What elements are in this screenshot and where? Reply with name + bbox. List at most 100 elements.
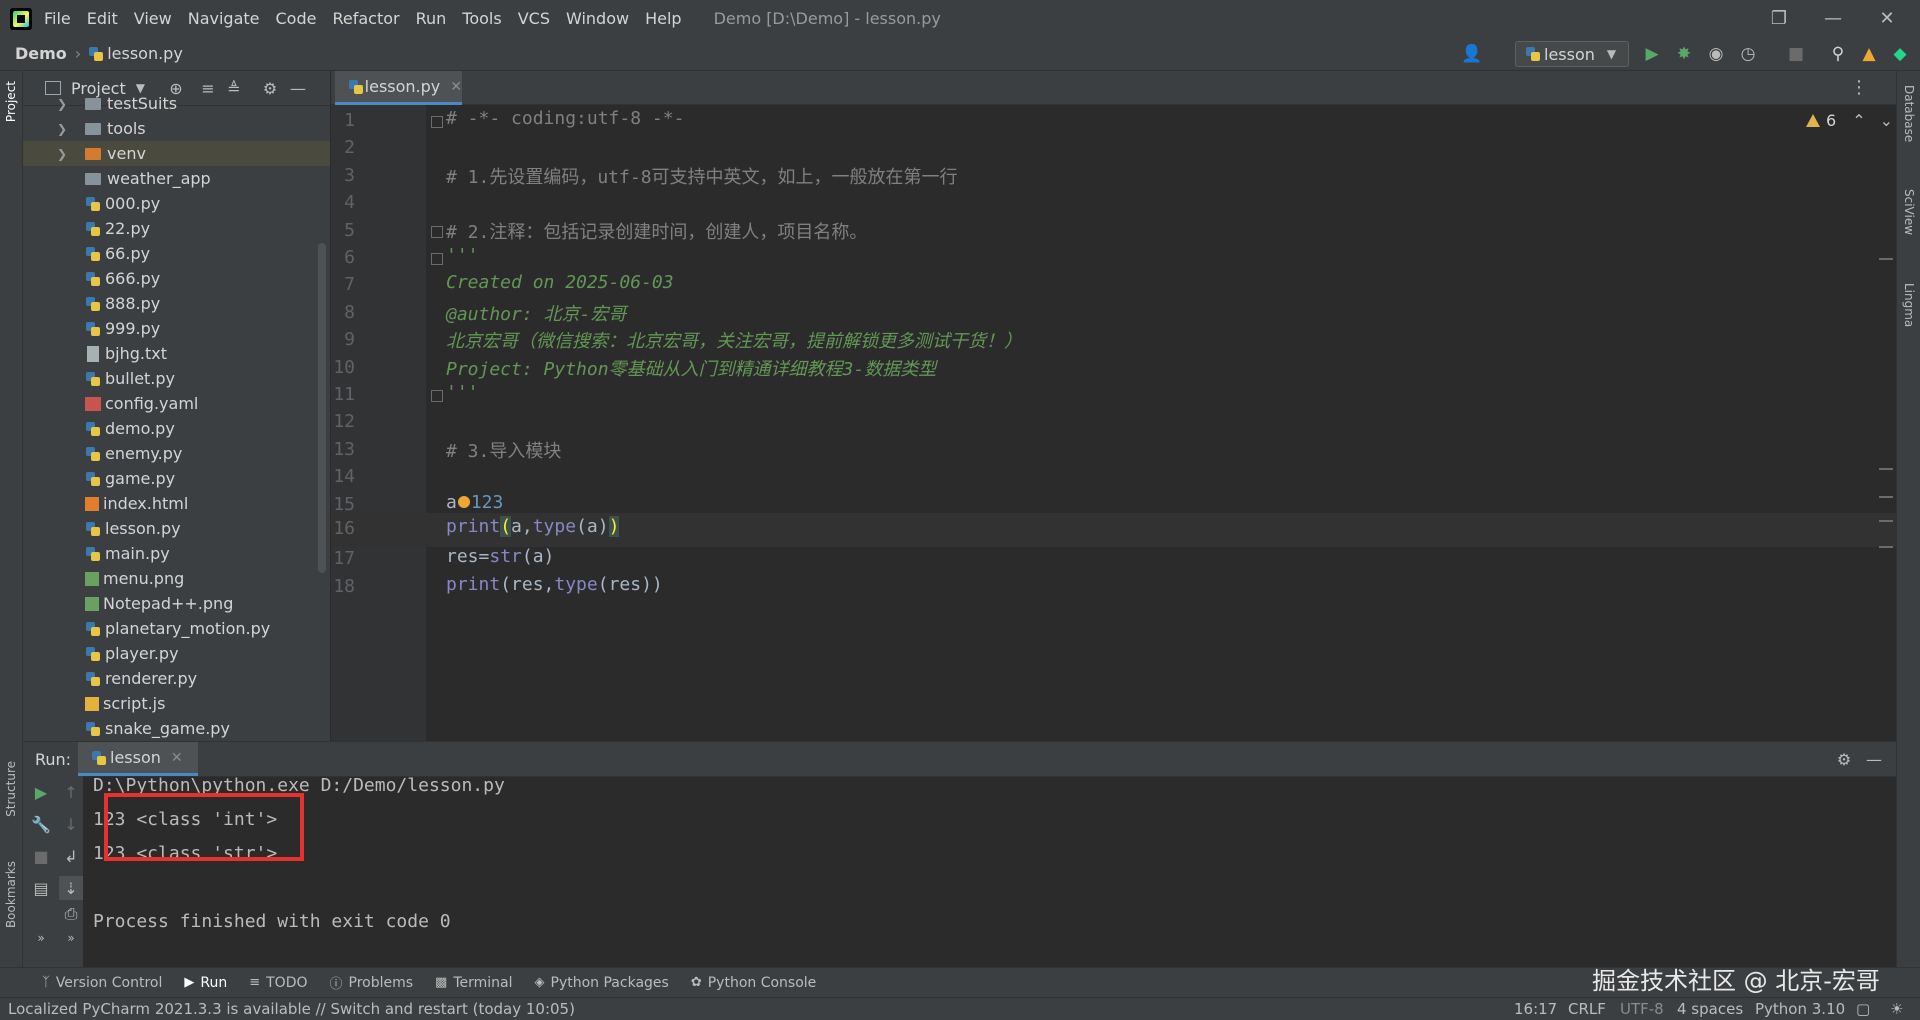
menu-vcs[interactable]: VCS [518,9,550,28]
menu-edit[interactable]: Edit [87,9,118,28]
fold-marker-icon[interactable] [431,116,443,128]
line-separator[interactable]: CRLF [1568,1000,1606,1018]
rerun-icon[interactable]: ▶ [29,780,53,804]
menu-navigate[interactable]: Navigate [188,9,260,28]
tree-item[interactable]: 999.py [23,316,330,341]
tree-item[interactable]: ❯ venv [23,141,330,166]
tree-item[interactable]: planetary_motion.py [23,616,330,641]
debug-icon[interactable]: ✸ [1672,42,1696,66]
database-tool-button[interactable]: Database [1902,85,1916,142]
tree-item[interactable]: 888.py [23,291,330,316]
gear-icon[interactable]: ⚙ [1832,747,1856,771]
menu-view[interactable]: View [134,9,172,28]
user-icon[interactable]: 👤 [1460,42,1484,66]
breadcrumb-file[interactable]: lesson.py [107,44,183,63]
tree-item[interactable]: snake_game.py [23,716,330,741]
soft-wrap-icon[interactable]: ↲ [59,844,83,868]
update-icon[interactable]: ▲ [1857,42,1881,66]
chevron-right-icon[interactable]: ❯ [57,147,71,161]
sciview-tool-button[interactable]: SciView [1902,189,1916,235]
close-tab-icon[interactable]: ✕ [450,79,462,95]
search-icon[interactable]: ⚲ [1826,42,1850,66]
tree-item[interactable]: 000.py [23,191,330,216]
file-encoding[interactable]: UTF-8 [1620,1000,1664,1018]
tree-item[interactable]: 22.py [23,216,330,241]
layout-icon[interactable]: ▤ [29,876,53,900]
bookmarks-tool-button[interactable]: Bookmarks [4,861,18,928]
project-tree-scrollbar[interactable] [318,243,326,573]
run-configuration-select[interactable]: lesson ▼ [1515,41,1629,67]
tree-item[interactable]: bjhg.txt [23,341,330,366]
python-interpreter[interactable]: Python 3.10 [1755,1000,1845,1018]
inspection-widget[interactable]: 6 ⌃ ⌄ [1806,111,1893,130]
menu-code[interactable]: Code [276,9,317,28]
chevron-right-icon[interactable]: ❯ [57,97,71,111]
chevron-down-icon[interactable]: ⌄ [1880,111,1893,130]
tool-tab-run[interactable]: ▶ Run [184,975,227,991]
editor-tab-lesson[interactable]: lesson.py ✕ [335,71,462,105]
menu-file[interactable]: File [44,9,71,28]
tool-tab-todo[interactable]: ≡ TODO [249,975,307,991]
tree-item[interactable]: 66.py [23,241,330,266]
tree-item[interactable]: weather_app [23,166,330,191]
breadcrumb-project[interactable]: Demo [15,44,67,63]
close-window-icon[interactable]: ✕ [1860,0,1914,37]
code-editor[interactable]: 1 # -*- coding:utf-8 -*- 2 3 # 1.先设置编码，utf-8… [331,105,1896,741]
tool-tab-python-packages[interactable]: ◈ Python Packages [535,975,669,991]
menu-refactor[interactable]: Refactor [332,9,399,28]
maximize-icon[interactable]: ❐ [1752,0,1806,37]
tree-item[interactable]: index.html [23,491,330,516]
tool-tab-terminal[interactable]: ▩ Terminal [435,975,512,991]
menu-run[interactable]: Run [416,9,447,28]
coverage-icon[interactable]: ◉ [1704,42,1728,66]
tree-item[interactable]: player.py [23,641,330,666]
tool-tab-version-control[interactable]: ᛉ Version Control [42,975,162,991]
tree-item[interactable]: bullet.py [23,366,330,391]
notifications-icon[interactable]: ☀ [1890,1000,1903,1018]
arrow-up-icon[interactable]: ↑ [59,780,83,804]
project-tool-button[interactable]: Project [4,81,18,122]
indent-setting[interactable]: 4 spaces [1677,1000,1743,1018]
run-icon[interactable]: ▶ [1640,42,1664,66]
scroll-to-end-icon[interactable]: ⇣ [59,876,83,900]
tree-item[interactable]: renderer.py [23,666,330,691]
tool-tab-problems[interactable]: ⓘ Problems [330,973,414,993]
tree-item[interactable]: script.js [23,691,330,716]
wrench-icon[interactable]: 🔧 [29,812,53,836]
tree-item[interactable]: demo.py [23,416,330,441]
tool-tab-python-console[interactable]: ✿ Python Console [691,975,816,991]
fold-marker-icon[interactable] [431,225,443,238]
fold-marker-icon[interactable] [431,390,443,402]
tree-item[interactable]: game.py [23,466,330,491]
caret-position[interactable]: 16:17 [1514,1000,1557,1018]
menu-help[interactable]: Help [645,9,681,28]
menu-window[interactable]: Window [566,9,629,28]
fold-marker-icon[interactable] [431,253,443,265]
tree-item[interactable]: ❯ testSuits [23,91,330,116]
more-actions-icon[interactable]: ⋮ [1850,77,1868,98]
status-message[interactable]: Localized PyCharm 2021.3.3 is available … [8,1000,575,1018]
arrow-down-icon[interactable]: ↓ [59,812,83,836]
tree-item[interactable]: ❯ tools [23,116,330,141]
lingma-tool-button[interactable]: Lingma [1902,283,1916,327]
lock-icon[interactable]: ▢ [1856,1000,1870,1018]
lightbulb-icon[interactable] [457,495,470,508]
tree-item[interactable]: menu.png [23,566,330,591]
tree-item[interactable]: enemy.py [23,441,330,466]
structure-tool-button[interactable]: Structure [4,761,18,817]
stop-icon[interactable]: ■ [29,844,53,868]
more-icon[interactable]: » [59,926,83,950]
tree-item[interactable]: Notepad++.png [23,591,330,616]
tree-item[interactable]: config.yaml [23,391,330,416]
close-tab-icon[interactable]: ✕ [171,750,183,766]
tree-item[interactable]: 666.py [23,266,330,291]
tree-item[interactable]: lesson.py [23,516,330,541]
tree-item[interactable]: main.py [23,541,330,566]
more-icon[interactable]: » [29,926,53,950]
chevron-up-icon[interactable]: ⌃ [1852,111,1865,130]
profile-icon[interactable]: ◷ [1736,42,1760,66]
stop-icon[interactable]: ■ [1784,42,1808,66]
print-icon[interactable]: ⎙ [59,902,83,926]
toolbox-icon[interactable]: ◆ [1888,42,1912,66]
hide-panel-icon[interactable]: — [1862,747,1886,771]
